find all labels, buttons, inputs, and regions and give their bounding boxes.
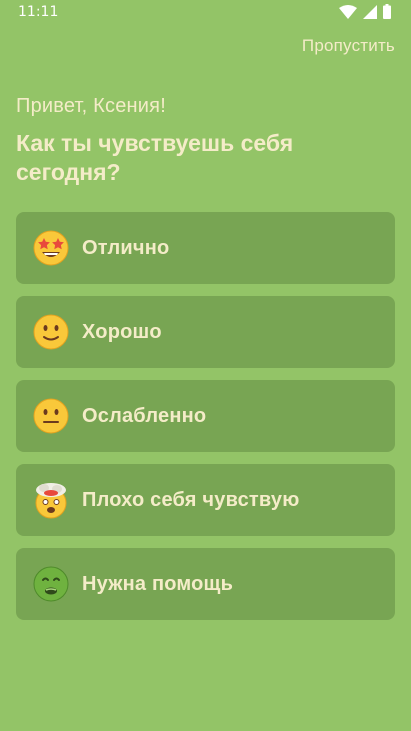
status-time: 11:11	[18, 4, 59, 20]
mood-option-feeling-bad[interactable]: Плохо себя чувствую	[16, 464, 395, 536]
star-struck-emoji-icon	[32, 229, 70, 267]
mood-option-good[interactable]: Хорошо	[16, 296, 395, 368]
mood-option-weakened[interactable]: Ослабленно	[16, 380, 395, 452]
mood-option-need-help[interactable]: Нужна помощь	[16, 548, 395, 620]
slight-smile-emoji-icon	[32, 313, 70, 351]
mood-options-list: Отлично Хорошо Ослабленно Плохо себя чув…	[16, 212, 395, 632]
mood-option-label: Плохо себя чувствую	[82, 488, 300, 511]
exploding-head-emoji-icon	[32, 481, 70, 519]
status-bar: 11:11	[0, 0, 411, 24]
mood-question: Как ты чувствуешь себя сегодня?	[16, 130, 294, 185]
mood-option-excellent[interactable]: Отлично	[16, 212, 395, 284]
wifi-icon	[339, 4, 357, 19]
mood-option-label: Ослабленно	[82, 404, 207, 427]
status-icons	[339, 4, 391, 19]
greeting-text: Привет, Ксения!	[16, 95, 166, 117]
battery-icon	[383, 4, 391, 19]
neutral-face-emoji-icon	[32, 397, 70, 435]
nauseated-face-emoji-icon	[32, 565, 70, 603]
mood-option-label: Нужна помощь	[82, 572, 234, 595]
skip-button[interactable]: Пропустить	[302, 36, 395, 56]
mood-option-label: Отлично	[82, 236, 170, 259]
signal-icon	[363, 4, 377, 19]
mood-option-label: Хорошо	[82, 320, 162, 343]
